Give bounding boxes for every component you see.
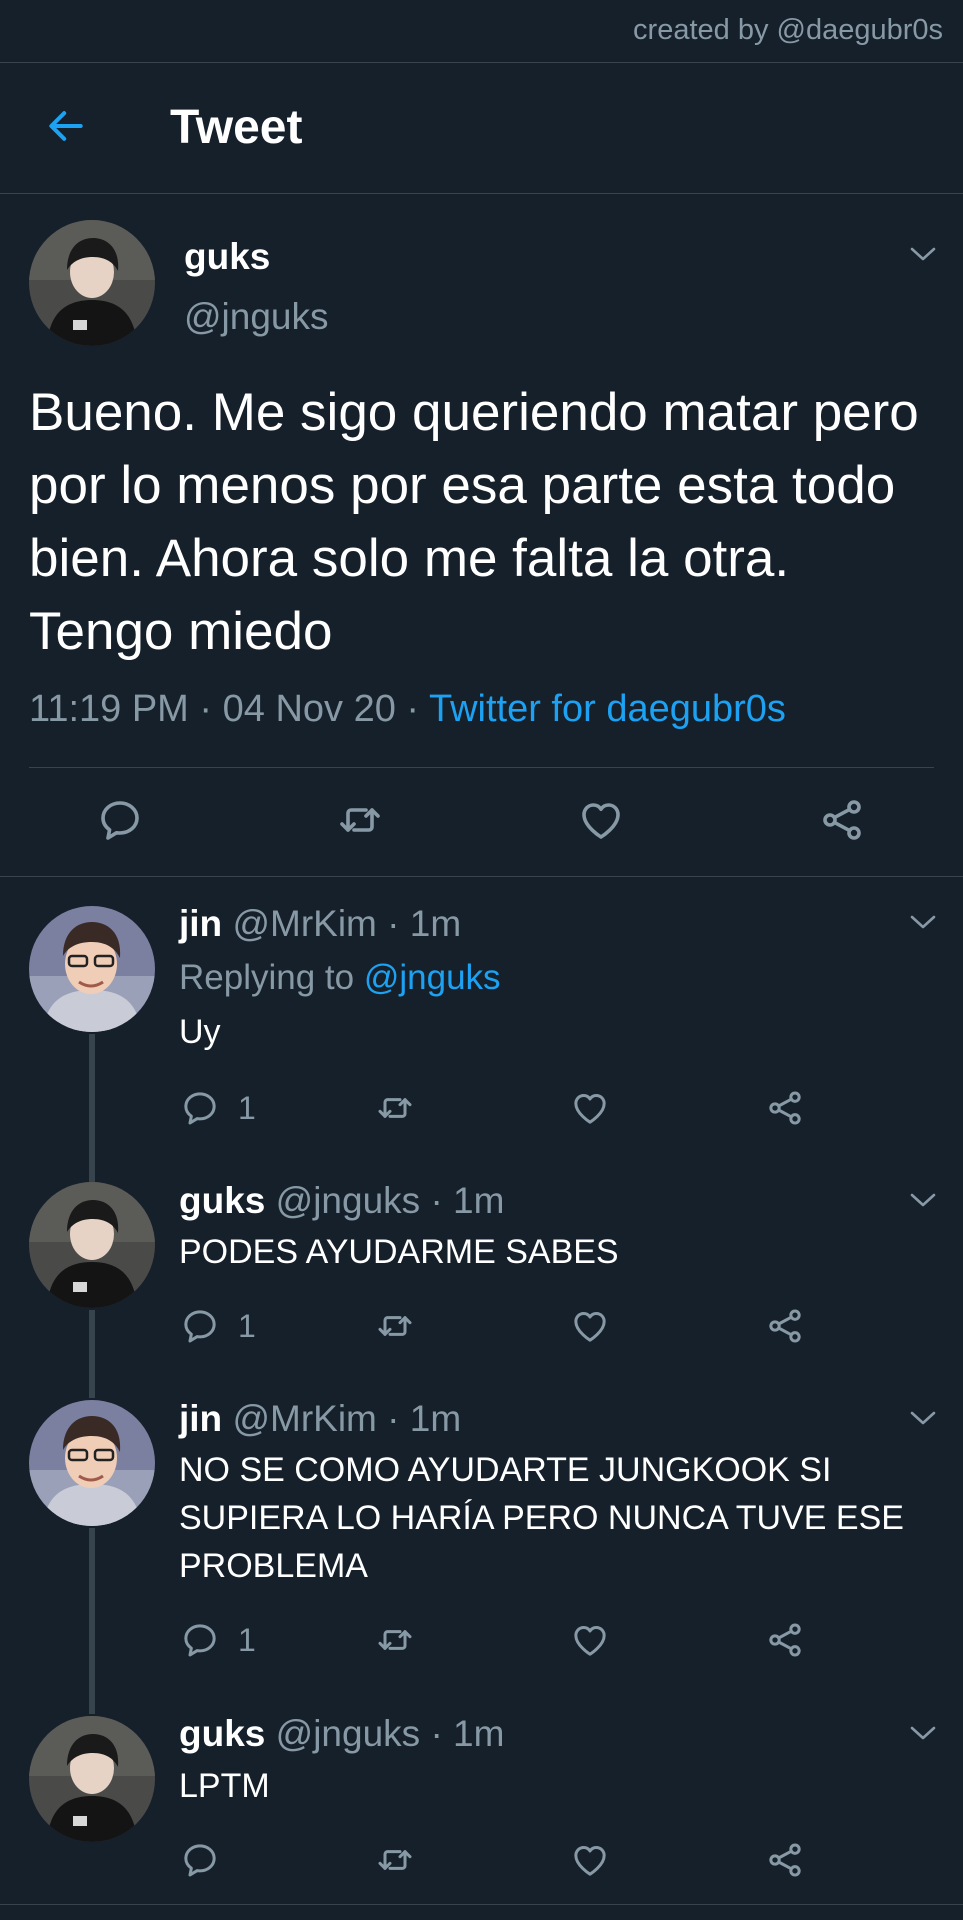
reply-author-name[interactable]: guks xyxy=(179,1180,265,1221)
share-icon[interactable] xyxy=(765,1620,805,1660)
reply-author-handle[interactable]: @jnguks xyxy=(276,1713,421,1754)
reply-count: 1 xyxy=(238,1090,256,1126)
avatar[interactable] xyxy=(29,220,155,346)
reply-icon[interactable] xyxy=(180,1088,220,1128)
reply-text: PODES AYUDARME SABES xyxy=(179,1233,619,1271)
reply-text: NO SE COMO AYUDARTE JUNGKOOK SI SUPIERA … xyxy=(179,1451,904,1585)
reply-author-handle[interactable]: @MrKim xyxy=(232,1398,376,1439)
avatar[interactable] xyxy=(29,1716,155,1842)
reply-header: jin @MrKim · 1m xyxy=(179,1398,462,1439)
tweet-date: 04 Nov 20 xyxy=(222,688,396,730)
reply-author-name[interactable]: guks xyxy=(179,1713,265,1754)
retweet-icon[interactable] xyxy=(336,796,384,844)
reply-time: 1m xyxy=(453,1713,505,1754)
divider xyxy=(0,1904,963,1905)
watermark-bar: created by @daegubr0s xyxy=(0,0,963,63)
reply-text: LPTM xyxy=(179,1767,270,1805)
creator-credit: created by @daegubr0s xyxy=(633,14,943,46)
reply-author-handle[interactable]: @jnguks xyxy=(276,1180,421,1221)
author-name[interactable]: guks xyxy=(184,236,270,278)
like-icon[interactable] xyxy=(570,1620,610,1660)
reply-icon[interactable] xyxy=(180,1620,220,1660)
avatar[interactable] xyxy=(29,906,155,1032)
page-title: Tweet xyxy=(170,101,303,154)
mention-link[interactable]: @jnguks xyxy=(364,958,501,997)
reply-time: 1m xyxy=(409,903,462,944)
reply-header: jin @MrKim · 1m xyxy=(179,903,462,944)
reply-author-name[interactable]: jin xyxy=(179,903,222,944)
thread-line xyxy=(89,1310,95,1398)
reply-author-handle[interactable]: @MrKim xyxy=(232,903,376,944)
retweet-icon[interactable] xyxy=(375,1620,415,1660)
replying-to: Replying to @jnguks xyxy=(179,958,501,997)
tweet-source-link[interactable]: Twitter for daegubr0s xyxy=(429,688,786,730)
reply-icon[interactable] xyxy=(96,796,144,844)
thread-line xyxy=(89,1528,95,1714)
reply-header: guks @jnguks · 1m xyxy=(179,1713,505,1754)
divider xyxy=(29,767,934,768)
author-handle[interactable]: @jnguks xyxy=(184,296,329,338)
reply-icon[interactable] xyxy=(180,1306,220,1346)
like-icon[interactable] xyxy=(577,796,625,844)
reply-header: guks @jnguks · 1m xyxy=(179,1180,505,1221)
chevron-down-icon[interactable] xyxy=(908,912,938,932)
reply-count: 1 xyxy=(238,1622,256,1658)
share-icon[interactable] xyxy=(765,1088,805,1128)
share-icon[interactable] xyxy=(818,796,866,844)
reply-icon[interactable] xyxy=(180,1840,220,1880)
chevron-down-icon[interactable] xyxy=(908,244,938,264)
divider xyxy=(0,876,963,877)
thread-line xyxy=(89,1034,95,1182)
avatar[interactable] xyxy=(29,1400,155,1526)
chevron-down-icon[interactable] xyxy=(908,1723,938,1743)
reply-time: 1m xyxy=(453,1180,505,1221)
share-icon[interactable] xyxy=(765,1840,805,1880)
chevron-down-icon[interactable] xyxy=(908,1190,938,1210)
avatar[interactable] xyxy=(29,1182,155,1308)
chevron-down-icon[interactable] xyxy=(908,1408,938,1428)
retweet-icon[interactable] xyxy=(375,1088,415,1128)
tweet-time: 11:19 PM xyxy=(29,688,189,730)
like-icon[interactable] xyxy=(570,1306,610,1346)
like-icon[interactable] xyxy=(570,1840,610,1880)
reply-time: 1m xyxy=(409,1398,462,1439)
tweet-text: Bueno. Me sigo queriendo matar pero por … xyxy=(29,383,919,661)
back-arrow-icon[interactable] xyxy=(44,104,88,148)
reply-author-name[interactable]: jin xyxy=(179,1398,222,1439)
tweet-meta: 11:19 PM · 04 Nov 20 · Twitter for daegu… xyxy=(29,688,786,730)
reply-count: 1 xyxy=(238,1308,256,1344)
retweet-icon[interactable] xyxy=(375,1840,415,1880)
top-app-bar: Tweet xyxy=(0,62,963,194)
share-icon[interactable] xyxy=(765,1306,805,1346)
retweet-icon[interactable] xyxy=(375,1306,415,1346)
like-icon[interactable] xyxy=(570,1088,610,1128)
reply-text: Uy xyxy=(179,1013,221,1051)
